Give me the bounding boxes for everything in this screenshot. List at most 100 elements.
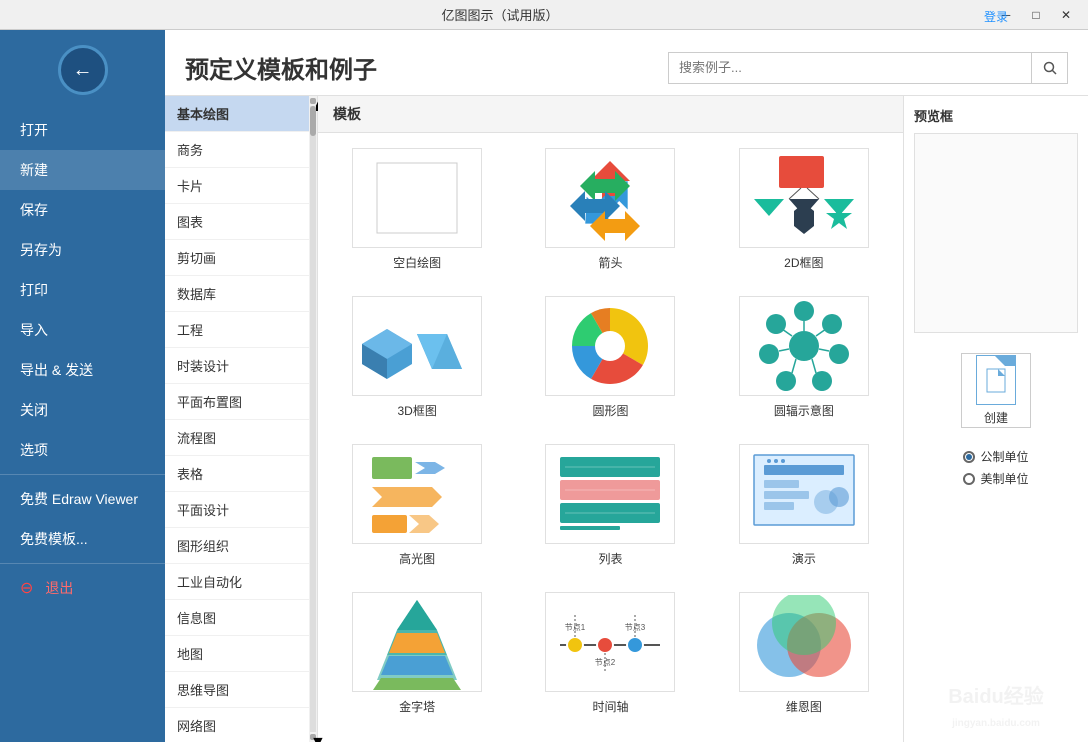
sidebar-item-saveas[interactable]: 另存为: [0, 230, 165, 270]
freeviewer-label: 免费 Edraw Viewer: [20, 489, 138, 509]
category-item-floorplan[interactable]: 平面布置图: [165, 384, 309, 420]
freetemplate-label: 免费模板...: [20, 529, 88, 549]
template-label-venn: 维恩图: [786, 698, 822, 715]
sidebar-item-quit[interactable]: ⊖ 退出: [0, 568, 165, 608]
template-label-list: 列表: [598, 550, 622, 567]
category-item-basic[interactable]: 基本绘图: [165, 96, 309, 132]
template-item-arrow[interactable]: 箭头: [521, 143, 699, 276]
template-label-radial: 圆辐示意图: [774, 402, 834, 419]
category-item-database[interactable]: 数据库: [165, 276, 309, 312]
category-item-industrial[interactable]: 工业自动化: [165, 564, 309, 600]
file-icon-svg: [986, 368, 1006, 393]
main-body: 基本绘图 商务 卡片 图表 剪切画 数据库 工程 时装设计 平面布置图 流程图 …: [165, 95, 1088, 742]
radio-imperial[interactable]: 美制单位: [963, 470, 1028, 487]
category-item-network[interactable]: 网络图: [165, 708, 309, 742]
template-label-timeline: 时间轴: [592, 698, 628, 715]
scroll-thumb[interactable]: [310, 106, 316, 136]
template-header: 模板: [318, 96, 903, 133]
template-item-pyramid[interactable]: 金字塔: [328, 587, 506, 720]
category-item-flowchart[interactable]: 流程图: [165, 420, 309, 456]
radio-metric[interactable]: 公制单位: [963, 448, 1028, 465]
sidebar-item-freeviewer[interactable]: 免费 Edraw Viewer: [0, 479, 165, 519]
category-item-flatdesign[interactable]: 平面设计: [165, 492, 309, 528]
scroll-up-arrow[interactable]: ▲: [310, 98, 316, 104]
category-item-card[interactable]: 卡片: [165, 168, 309, 204]
category-item-table[interactable]: 表格: [165, 456, 309, 492]
template-item-piechart[interactable]: 圆形图: [521, 291, 699, 424]
category-item-map[interactable]: 地图: [165, 636, 309, 672]
sidebar-item-close[interactable]: 关闭: [0, 390, 165, 430]
close-window-button[interactable]: ✕: [1052, 4, 1080, 26]
options-label: 选项: [20, 440, 48, 460]
template-grid-wrapper: 空白绘图: [318, 133, 903, 742]
template-label-highlight: 高光图: [399, 550, 435, 567]
create-button[interactable]: 创建: [961, 353, 1031, 428]
category-item-orgchart[interactable]: 图形组织: [165, 528, 309, 564]
import-label: 导入: [20, 320, 48, 340]
template-label-blank: 空白绘图: [393, 254, 441, 271]
sidebar: ← 打开 新建 保存 另存为 打印 导入 导出 & 发送 关闭 选项: [0, 30, 165, 742]
sidebar-item-new[interactable]: 新建: [0, 150, 165, 190]
category-scrollbar[interactable]: ▲ ▼: [309, 96, 317, 742]
template-item-2dframe[interactable]: 2D框图: [715, 143, 893, 276]
template-item-presentation[interactable]: 演示: [715, 439, 893, 572]
template-item-3dframe[interactable]: 3D框图: [328, 291, 506, 424]
new-label: 新建: [20, 160, 48, 180]
template-thumb-blank: [352, 148, 482, 248]
template-thumb-piechart: [545, 296, 675, 396]
template-label-presentation: 演示: [792, 550, 816, 567]
category-item-business[interactable]: 商务: [165, 132, 309, 168]
template-label-piechart: 圆形图: [592, 402, 628, 419]
category-item-infographic[interactable]: 信息图: [165, 600, 309, 636]
app-title: 亿图图示（试用版）: [8, 5, 992, 24]
search-button[interactable]: [1031, 53, 1067, 83]
template-item-venn[interactable]: 维恩图: [715, 587, 893, 720]
category-item-mindmap[interactable]: 思维导图: [165, 672, 309, 708]
sidebar-item-import[interactable]: 导入: [0, 310, 165, 350]
category-item-clipart[interactable]: 剪切画: [165, 240, 309, 276]
back-button[interactable]: ←: [58, 45, 108, 95]
template-label-pyramid: 金字塔: [399, 698, 435, 715]
template-item-highlight[interactable]: 高光图: [328, 439, 506, 572]
page-header: 预定义模板和例子: [165, 30, 1088, 95]
sidebar-item-options[interactable]: 选项: [0, 430, 165, 470]
scroll-down-arrow[interactable]: ▼: [310, 734, 316, 740]
category-item-fashion[interactable]: 时装设计: [165, 348, 309, 384]
sidebar-item-freetemplate[interactable]: 免费模板...: [0, 519, 165, 559]
sidebar-item-export[interactable]: 导出 & 发送: [0, 350, 165, 390]
category-item-chart[interactable]: 图表: [165, 204, 309, 240]
template-thumb-2dframe: [739, 148, 869, 248]
sidebar-divider-2: [0, 563, 165, 564]
scroll-track: [310, 106, 316, 732]
maximize-button[interactable]: □: [1022, 4, 1050, 26]
search-input[interactable]: [669, 60, 1031, 75]
sidebar-item-save[interactable]: 保存: [0, 190, 165, 230]
create-label: 创建: [984, 409, 1008, 426]
template-thumb-3dframe: [352, 296, 482, 396]
radio-imperial-circle: [963, 473, 975, 485]
template-item-blank[interactable]: 空白绘图: [328, 143, 506, 276]
template-thumb-presentation: [739, 444, 869, 544]
template-item-timeline[interactable]: 节点1 节点2 节点3 时间轴: [521, 587, 699, 720]
sidebar-item-open[interactable]: 打开: [0, 110, 165, 150]
template-item-radial[interactable]: 圆辐示意图: [715, 291, 893, 424]
login-link[interactable]: 登录: [984, 8, 1008, 25]
template-item-list[interactable]: 列表: [521, 439, 699, 572]
watermark: Baidu经验jingyan.baidu.com: [914, 670, 1078, 732]
template-thumb-list: [545, 444, 675, 544]
page-title: 预定义模板和例子: [185, 50, 377, 85]
saveas-label: 另存为: [20, 240, 62, 260]
quit-icon: ⊖: [20, 578, 33, 598]
category-item-engineering[interactable]: 工程: [165, 312, 309, 348]
preview-title: 预览框: [914, 106, 1078, 125]
sidebar-divider-1: [0, 474, 165, 475]
template-label-2dframe: 2D框图: [784, 254, 823, 271]
preview-box: [914, 133, 1078, 333]
template-area: 模板 空白绘图: [318, 96, 903, 742]
template-label-3dframe: 3D框图: [397, 402, 436, 419]
radio-imperial-label: 美制单位: [980, 470, 1028, 487]
save-label: 保存: [20, 200, 48, 220]
create-file-icon: [976, 355, 1016, 405]
export-label: 导出 & 发送: [20, 360, 93, 380]
sidebar-item-print[interactable]: 打印: [0, 270, 165, 310]
